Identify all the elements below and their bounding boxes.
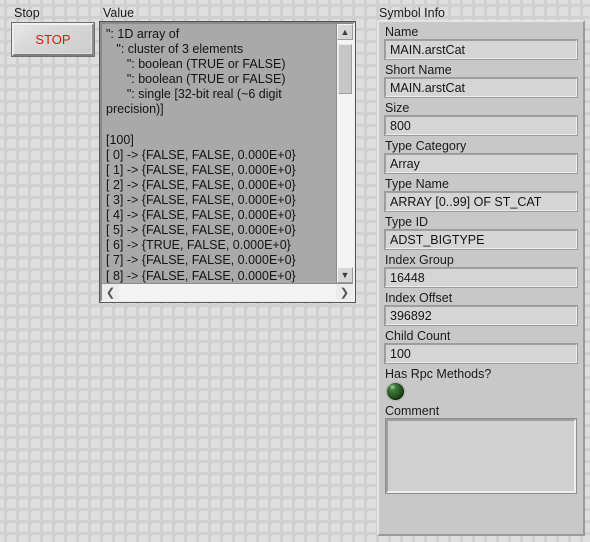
field-label-index-offset: Index Offset [385,291,453,305]
field-label-has-rpc-methods: Has Rpc Methods? [385,367,492,381]
comment-textbox[interactable] [385,418,577,494]
field-value-child-count[interactable]: 100 [384,343,578,364]
vertical-scroll-track[interactable] [337,40,353,267]
field-label-child-count: Child Count [385,329,451,343]
field-value-name[interactable]: MAIN.arstCat [384,39,578,60]
field-label-short-name: Short Name [385,63,452,77]
value-caption: Value [103,6,135,20]
field-label-name: Name [385,25,419,39]
vertical-scroll-thumb[interactable] [338,44,352,94]
symbol-info-panel: Name MAIN.arstCat Short Name MAIN.arstCa… [377,20,585,536]
field-label-type-id: Type ID [385,215,429,229]
field-label-type-category: Type Category [385,139,467,153]
value-horizontal-scrollbar[interactable]: ❮ ❯ [102,283,353,300]
scroll-up-icon[interactable]: ▲ [337,24,353,40]
stop-caption: Stop [14,6,40,20]
field-value-index-group[interactable]: 16448 [384,267,578,288]
scroll-down-icon[interactable]: ▼ [337,267,353,283]
symbol-info-caption: Symbol Info [379,6,446,20]
field-label-type-name: Type Name [385,177,449,191]
field-label-index-group: Index Group [385,253,454,267]
field-value-type-id[interactable]: ADST_BIGTYPE [384,229,578,250]
field-value-size[interactable]: 800 [384,115,578,136]
field-value-short-name[interactable]: MAIN.arstCat [384,77,578,98]
has-rpc-methods-led-icon [387,383,404,400]
scroll-right-icon[interactable]: ❯ [336,284,353,300]
value-vertical-scrollbar[interactable]: ▲ ▼ [336,24,353,283]
value-textbox[interactable]: ": 1D array of ": cluster of 3 elements … [99,21,356,303]
field-label-size: Size [385,101,410,115]
horizontal-scroll-track[interactable] [119,284,336,300]
field-value-index-offset[interactable]: 396892 [384,305,578,326]
field-value-type-name[interactable]: ARRAY [0..99] OF ST_CAT [384,191,578,212]
field-value-type-category[interactable]: Array [384,153,578,174]
scroll-left-icon[interactable]: ❮ [102,284,119,300]
stop-button[interactable]: STOP [11,22,95,57]
field-label-comment: Comment [385,404,440,418]
value-text-content: ": 1D array of ": cluster of 3 elements … [102,24,336,283]
